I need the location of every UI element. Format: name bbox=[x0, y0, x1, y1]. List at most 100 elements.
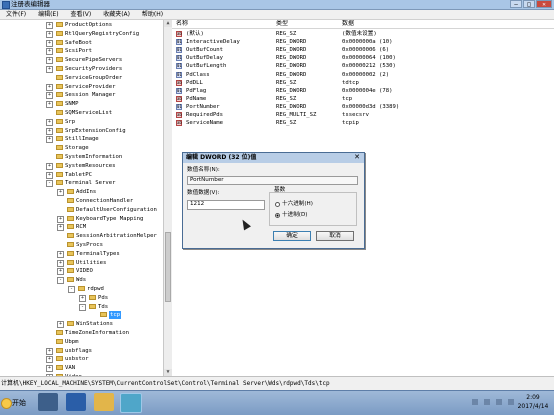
tree-node[interactable]: DefaultUserConfiguration bbox=[0, 206, 164, 214]
tree-node[interactable]: + usbflags bbox=[0, 347, 164, 355]
expand-icon[interactable]: + bbox=[46, 365, 53, 373]
flag-icon[interactable] bbox=[472, 399, 478, 405]
expand-icon[interactable]: + bbox=[57, 215, 64, 223]
collapse-icon[interactable]: - bbox=[68, 286, 75, 293]
tree-node[interactable]: - Wds bbox=[0, 276, 164, 285]
expand-icon[interactable]: + bbox=[46, 118, 53, 126]
tree-node[interactable]: + ProductOptions bbox=[0, 21, 164, 29]
tree-node[interactable]: + SystemResources bbox=[0, 162, 164, 170]
expand-icon[interactable]: + bbox=[57, 259, 64, 267]
expand-icon[interactable]: + bbox=[46, 356, 53, 364]
dialog-close-icon[interactable]: ✕ bbox=[353, 154, 361, 161]
minimize-button[interactable]: — bbox=[510, 0, 522, 8]
file-explorer-icon[interactable] bbox=[94, 393, 114, 411]
tree-node[interactable]: + SNMP bbox=[0, 100, 164, 109]
tree-node[interactable]: + SafeBoot bbox=[0, 39, 164, 47]
tree-node[interactable]: Ubpm bbox=[0, 338, 164, 346]
expand-icon[interactable]: + bbox=[57, 250, 64, 258]
value-row[interactable]: 01 OutBufDelay REG_DWORD 0x00000064 (100) bbox=[172, 54, 554, 62]
dec-radio[interactable] bbox=[275, 213, 280, 218]
value-row[interactable]: 01 InteractiveDelay REG_DWORD 0x0000000a (1… bbox=[172, 38, 554, 46]
expand-icon[interactable]: + bbox=[46, 22, 53, 29]
tree-node[interactable]: SysProcs bbox=[0, 241, 164, 249]
tree-node[interactable]: + RCM bbox=[0, 223, 164, 232]
value-row[interactable]: ab PdName REG_SZ tcp bbox=[172, 95, 554, 103]
regedit-taskbar-icon[interactable] bbox=[120, 393, 142, 413]
column-type[interactable]: 类型 bbox=[276, 20, 288, 28]
tree-node[interactable]: ServiceGroupOrder bbox=[0, 74, 164, 82]
menu-view[interactable]: 查看(V) bbox=[66, 10, 95, 19]
value-row[interactable]: ab (默认) REG_SZ (数值未设置) bbox=[172, 30, 554, 38]
tree-node[interactable]: + Session Manager bbox=[0, 91, 164, 100]
collapse-icon[interactable]: - bbox=[79, 303, 86, 311]
tree-node[interactable]: + TabletPC bbox=[0, 171, 164, 179]
tree-node[interactable]: + VIDEO bbox=[0, 267, 164, 276]
volume-icon[interactable] bbox=[496, 399, 502, 405]
column-name[interactable]: 名称 bbox=[176, 20, 188, 28]
expand-icon[interactable]: + bbox=[57, 189, 64, 197]
value-row[interactable]: ab PdDLL REG_SZ tdtcp bbox=[172, 79, 554, 87]
expand-icon[interactable]: + bbox=[46, 136, 53, 144]
cancel-button[interactable]: 取消 bbox=[316, 231, 354, 241]
tree-node[interactable]: + SrpExtensionConfig bbox=[0, 127, 164, 135]
tree-node[interactable]: TimeZoneInformation bbox=[0, 329, 164, 337]
tree-node[interactable]: + SecurityProviders bbox=[0, 65, 164, 73]
expand-icon[interactable]: + bbox=[46, 39, 53, 47]
expand-icon[interactable]: + bbox=[46, 101, 53, 109]
tree-node[interactable]: + WinStations bbox=[0, 320, 164, 329]
value-data-input[interactable]: 1212 bbox=[187, 200, 265, 210]
value-row[interactable]: ab ServiceName REG_SZ tcpip bbox=[172, 119, 554, 127]
menu-help[interactable]: 帮助(H) bbox=[138, 10, 167, 19]
expand-icon[interactable]: + bbox=[57, 268, 64, 276]
tree-node[interactable]: + StillImage bbox=[0, 135, 164, 144]
collapse-icon[interactable]: - bbox=[57, 277, 64, 285]
tree-node[interactable]: + Utilities bbox=[0, 259, 164, 267]
tree-node[interactable]: ConnectionHandler bbox=[0, 197, 164, 205]
hex-radio[interactable] bbox=[275, 202, 280, 207]
powershell-icon[interactable] bbox=[66, 393, 86, 411]
tree-node[interactable]: SQMServiceList bbox=[0, 109, 164, 117]
expand-icon[interactable]: + bbox=[46, 171, 53, 179]
start-button[interactable]: 开始 bbox=[0, 393, 32, 413]
value-row[interactable]: 01 OutBufCount REG_DWORD 0x00000006 (6) bbox=[172, 46, 554, 54]
tree-node[interactable]: - Terminal Server bbox=[0, 179, 164, 188]
column-data[interactable]: 数据 bbox=[342, 20, 354, 28]
tree-node[interactable]: SessionArbitrationHelper bbox=[0, 232, 164, 240]
tree-node[interactable]: + SecurePipeServers bbox=[0, 56, 164, 65]
registry-tree[interactable]: + ProductOptions + RtlQueryRegistryConfig + S… bbox=[0, 20, 165, 376]
expand-icon[interactable]: + bbox=[46, 127, 53, 135]
tree-node[interactable]: + ServiceProvider bbox=[0, 83, 164, 91]
tree-node[interactable]: + KeyboardType Mapping bbox=[0, 215, 164, 223]
value-row[interactable]: 01 PdFlag REG_DWORD 0x0000004e (78) bbox=[172, 87, 554, 95]
clock[interactable]: 2:09 2017/4/14 bbox=[516, 393, 550, 411]
tree-node[interactable]: - rdpwd bbox=[0, 285, 164, 293]
expand-icon[interactable]: + bbox=[57, 321, 64, 329]
scroll-down-arrow[interactable]: ▼ bbox=[164, 369, 172, 376]
expand-icon[interactable]: + bbox=[46, 30, 53, 38]
menu-favorites[interactable]: 收藏夹(A) bbox=[99, 10, 134, 19]
server-manager-icon[interactable] bbox=[38, 393, 58, 411]
scrollbar-thumb[interactable] bbox=[165, 232, 171, 302]
tree-node[interactable]: + TerminalTypes bbox=[0, 250, 164, 258]
menu-file[interactable]: 文件(F) bbox=[2, 10, 30, 19]
scroll-up-arrow[interactable]: ▲ bbox=[164, 20, 172, 27]
tree-node[interactable]: + ScsiPort bbox=[0, 47, 164, 56]
expand-icon[interactable]: + bbox=[46, 83, 53, 91]
tree-node[interactable]: + AddIns bbox=[0, 188, 164, 197]
tree-node[interactable]: + RtlQueryRegistryConfig bbox=[0, 30, 164, 38]
expand-icon[interactable]: + bbox=[46, 162, 53, 170]
value-row[interactable]: 01 PortNumber REG_DWORD 0x00000d3d (3389) bbox=[172, 103, 554, 111]
hex-radio-label[interactable]: 十六进制(H) bbox=[282, 201, 313, 208]
expand-icon[interactable]: + bbox=[46, 92, 53, 100]
expand-icon[interactable]: + bbox=[46, 48, 53, 56]
value-row[interactable]: 01 OutBufLength REG_DWORD 0x00000212 (530) bbox=[172, 62, 554, 70]
tree-node[interactable]: + Srp bbox=[0, 118, 164, 126]
close-button[interactable]: ✕ bbox=[536, 0, 552, 8]
menu-edit[interactable]: 编辑(E) bbox=[34, 10, 62, 19]
network-icon[interactable] bbox=[484, 399, 490, 405]
value-row[interactable]: 01 PdClass REG_DWORD 0x00000002 (2) bbox=[172, 71, 554, 79]
tree-node[interactable]: Storage bbox=[0, 144, 164, 152]
expand-icon[interactable]: + bbox=[46, 57, 53, 65]
expand-icon[interactable]: + bbox=[46, 66, 53, 73]
collapse-icon[interactable]: - bbox=[46, 180, 53, 188]
